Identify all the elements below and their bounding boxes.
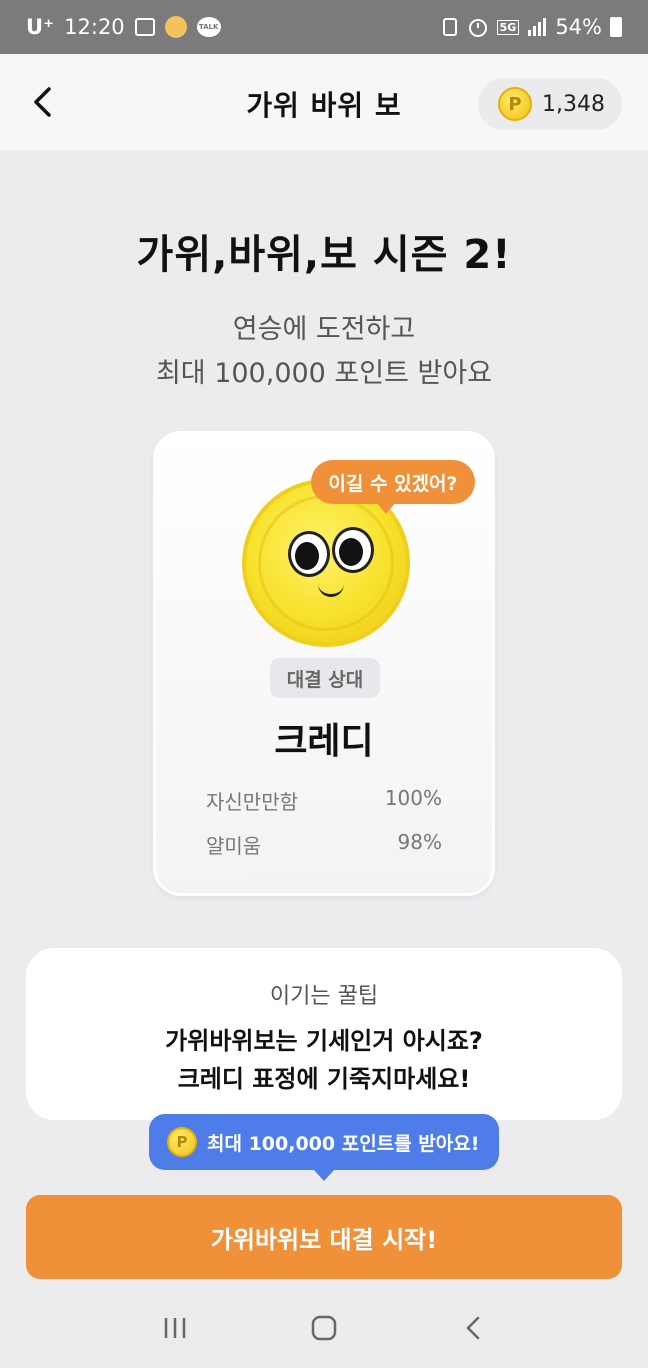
opponent-badge: 대결 상대	[270, 658, 380, 698]
alarm-icon	[468, 19, 487, 37]
point-balance-value: 1,348	[542, 91, 605, 117]
tip-card: 이기는 꿀팁 가위바위보는 기세인거 아시죠? 크레디 표정에 기죽지마세요!	[26, 948, 622, 1120]
tip-title: 이기는 꿀팁	[269, 984, 379, 1009]
app-header: 가위 바위 보 P 1,348	[0, 54, 648, 150]
stat-row: 얄미움 98%	[206, 830, 442, 860]
speech-tail	[376, 502, 396, 514]
promo-text: 최대 100,000 포인트를 받아요!	[207, 1132, 480, 1155]
stat-label: 자신만만함	[206, 790, 298, 814]
tip-line-1: 가위바위보는 기세인거 아시죠?	[165, 1027, 483, 1055]
left-eye	[288, 531, 330, 577]
system-nav-bar	[0, 1288, 648, 1368]
stat-label: 얄미움	[206, 834, 262, 858]
promo-coin-icon: P	[167, 1127, 197, 1157]
stat-value: 100%	[384, 786, 442, 810]
battery-label: 54%	[555, 15, 602, 39]
subtitle-line-2: 최대 100,000 포인트 받아요	[155, 358, 493, 389]
point-balance[interactable]: P 1,348	[478, 78, 622, 130]
opponent-card: 이길 수 있겠어? 대결 상대 크레디 자신만만함 100% 얄미움 98%	[153, 431, 495, 896]
app-notification-icon	[164, 16, 187, 38]
promo-bubble-tail	[313, 1169, 335, 1181]
tip-line-2: 크레디 표정에 기죽지마세요!	[177, 1065, 471, 1093]
subtitle-line-1: 연승에 도전하고	[232, 314, 416, 345]
stat-value: 98%	[397, 830, 442, 854]
recent-apps-icon	[164, 1318, 185, 1338]
back-icon	[467, 1316, 480, 1340]
start-match-button[interactable]: 가위바위보 대결 시작!	[26, 1195, 622, 1279]
stat-row: 자신만만함 100%	[206, 786, 442, 816]
right-pupil	[339, 538, 363, 566]
left-pupil	[295, 542, 319, 570]
opponent-name: 크레디	[274, 721, 374, 762]
promo-bubble: P 최대 100,000 포인트를 받아요!	[149, 1114, 499, 1170]
signal-icon	[528, 18, 547, 36]
recent-apps-button[interactable]	[145, 1303, 205, 1353]
season-title: 가위,바위,보 시즌 2!	[136, 232, 512, 278]
clock: 12:20	[64, 15, 125, 39]
gallery-icon	[134, 18, 155, 36]
home-button[interactable]	[294, 1303, 354, 1353]
talk-icon: TALK	[196, 17, 221, 37]
battery-icon	[610, 17, 622, 37]
status-bar: U⁺ 12:20 TALK 5G 54%	[0, 0, 648, 54]
recycle-icon	[442, 18, 457, 36]
carrier-label: U⁺	[26, 15, 55, 39]
season-subtitle: 연승에 도전하고 최대 100,000 포인트 받아요	[0, 308, 648, 396]
tip-text: 가위바위보는 기세인거 아시죠? 크레디 표정에 기죽지마세요!	[26, 1022, 622, 1098]
opponent-speech-bubble: 이길 수 있겠어?	[311, 460, 475, 504]
system-back-button[interactable]	[443, 1303, 503, 1353]
point-coin-icon: P	[498, 87, 532, 121]
home-icon	[311, 1315, 337, 1341]
right-eye	[332, 527, 374, 573]
network-label: 5G	[496, 19, 520, 35]
